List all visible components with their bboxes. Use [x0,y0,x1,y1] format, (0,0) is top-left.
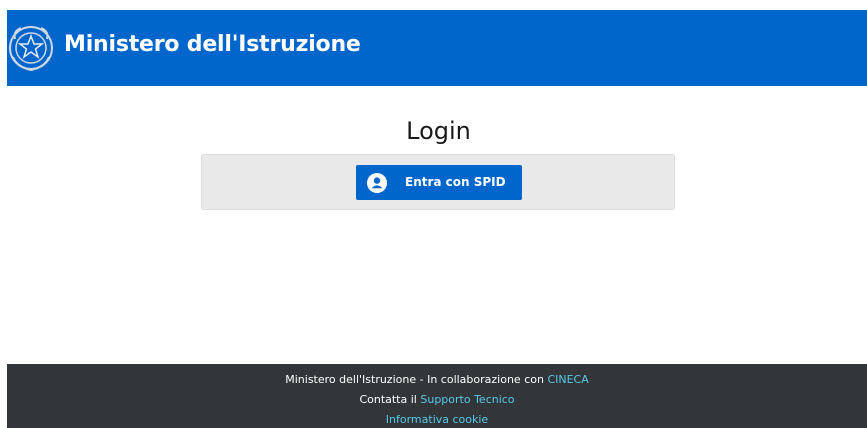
site-title[interactable]: Ministero dell'Istruzione [64,30,361,60]
footer-credits-text: Ministero dell'Istruzione - In collabora… [285,373,548,386]
footer-support: Contatta il Supporto Tecnico [7,392,867,408]
site-header: Ministero dell'Istruzione [7,10,867,86]
footer-support-text: Contatta il [359,393,421,406]
footer-credits: Ministero dell'Istruzione - In collabora… [7,372,867,388]
cineca-link[interactable]: CINECA [547,373,588,386]
spid-login-button[interactable]: Entra con SPID [356,165,522,200]
support-link[interactable]: Supporto Tecnico [420,393,514,406]
page-title: Login [406,117,471,145]
footer-cookie: Informativa cookie [7,412,867,428]
italian-republic-emblem-icon[interactable] [7,21,55,75]
spid-button-label: Entra con SPID [405,175,506,189]
user-circle-icon [367,173,387,193]
login-panel: Entra con SPID [201,154,675,210]
cookie-policy-link[interactable]: Informativa cookie [386,413,488,426]
site-footer: Ministero dell'Istruzione - In collabora… [7,364,867,428]
